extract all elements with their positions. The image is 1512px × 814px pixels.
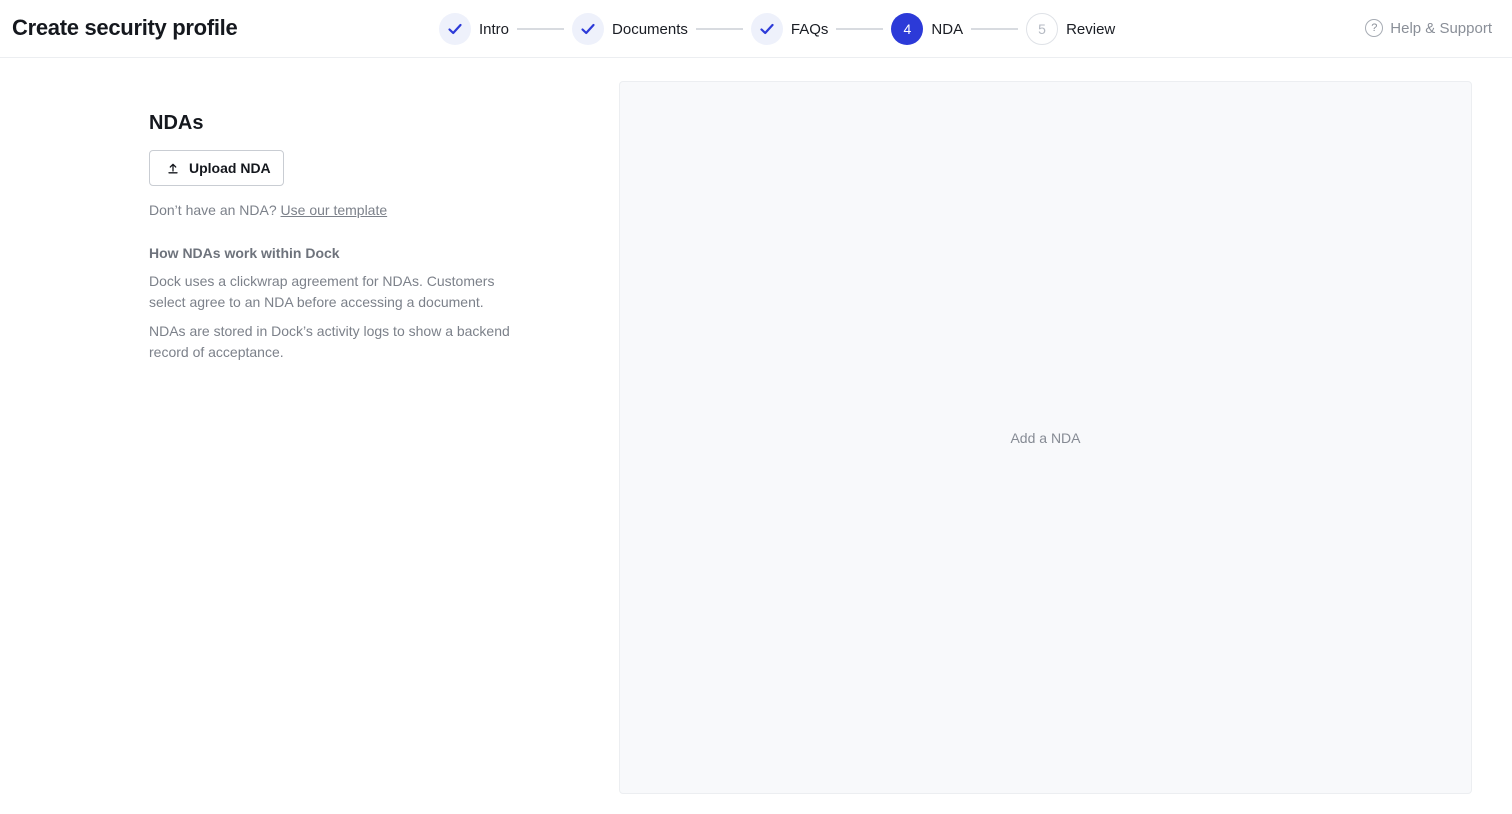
check-icon [750,13,783,45]
step-number-current: 4 [891,13,924,45]
step-connector [695,28,743,30]
page-title: Create security profile [12,15,238,40]
step-label: Intro [479,20,510,38]
step-faqs[interactable]: FAQs [750,13,829,45]
nda-preview-area[interactable]: Add a NDA [619,81,1472,794]
use-template-link[interactable]: Use our template [281,202,388,218]
template-prompt: Don’t have an NDA? [149,202,277,218]
help-support-link[interactable]: ? Help & Support [1365,19,1492,37]
check-icon [439,13,471,45]
step-connector [836,28,884,30]
step-label: Documents [612,20,688,38]
step-label: FAQs [790,20,829,38]
step-review[interactable]: 5 Review [1026,13,1115,45]
upload-icon [167,162,179,174]
step-nda[interactable]: 4 NDA [891,13,963,45]
preview-placeholder: Add a NDA [1010,429,1081,446]
nda-panel: NDAs Upload NDA Don’t have an NDA? Use o… [149,112,529,363]
help-circle-icon: ? [1365,19,1384,37]
step-number-upcoming: 5 [1026,13,1059,45]
info-paragraph-clickwrap: Dock uses a clickwrap agreement for NDAs… [149,273,495,310]
check-icon [572,13,605,45]
upload-button-label: Upload NDA [189,160,271,176]
upload-nda-button[interactable]: Upload NDA [149,150,284,186]
how-it-works-heading: How NDAs work within Dock [149,245,340,261]
step-documents[interactable]: Documents [572,13,688,45]
section-title: NDAs [149,112,204,134]
step-intro[interactable]: Intro [439,13,509,45]
step-connector [971,28,1019,30]
step-label: Review [1066,20,1116,38]
step-connector [517,28,565,30]
progress-stepper: Intro Documents FAQs 4 NDA 5 Review [439,12,1115,46]
step-label: NDA [931,20,964,38]
help-support-label: Help & Support [1390,19,1492,37]
info-paragraph-activity-logs: NDAs are stored in Dock’s activity logs … [149,323,510,360]
template-line: Don’t have an NDA? Use our template [149,202,529,218]
top-header: Create security profile Intro Documents … [0,0,1512,58]
